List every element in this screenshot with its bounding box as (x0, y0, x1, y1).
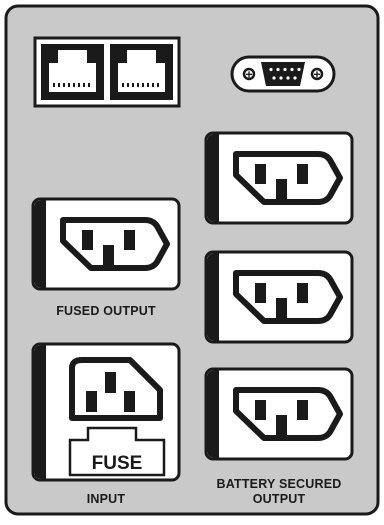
port-plus-right: + (313, 68, 320, 82)
input-label: INPUT (87, 492, 126, 506)
battery-secured-label-line2: OUTPUT (253, 492, 306, 506)
db9-serial-port-icon: + + (230, 55, 336, 93)
network-jack-1-icon (41, 44, 104, 100)
fused-output-label: FUSED OUTPUT (56, 304, 156, 318)
network-jack-2-icon (110, 44, 173, 100)
battery-outlet-1-icon (206, 133, 352, 223)
network-jacks-icon (33, 36, 181, 108)
port-plus-left: + (245, 68, 252, 82)
fuse-label: FUSE (92, 453, 143, 474)
battery-outlet-2-icon (206, 252, 352, 342)
ups-rear-panel-diagram: + + FUSED OUTPUT BATTERY SECURED OUTPUT (0, 0, 384, 520)
battery-outlet-3-icon (206, 369, 352, 459)
battery-secured-label-line1: BATTERY SECURED (216, 477, 341, 491)
fused-output-outlet-icon (33, 199, 179, 289)
